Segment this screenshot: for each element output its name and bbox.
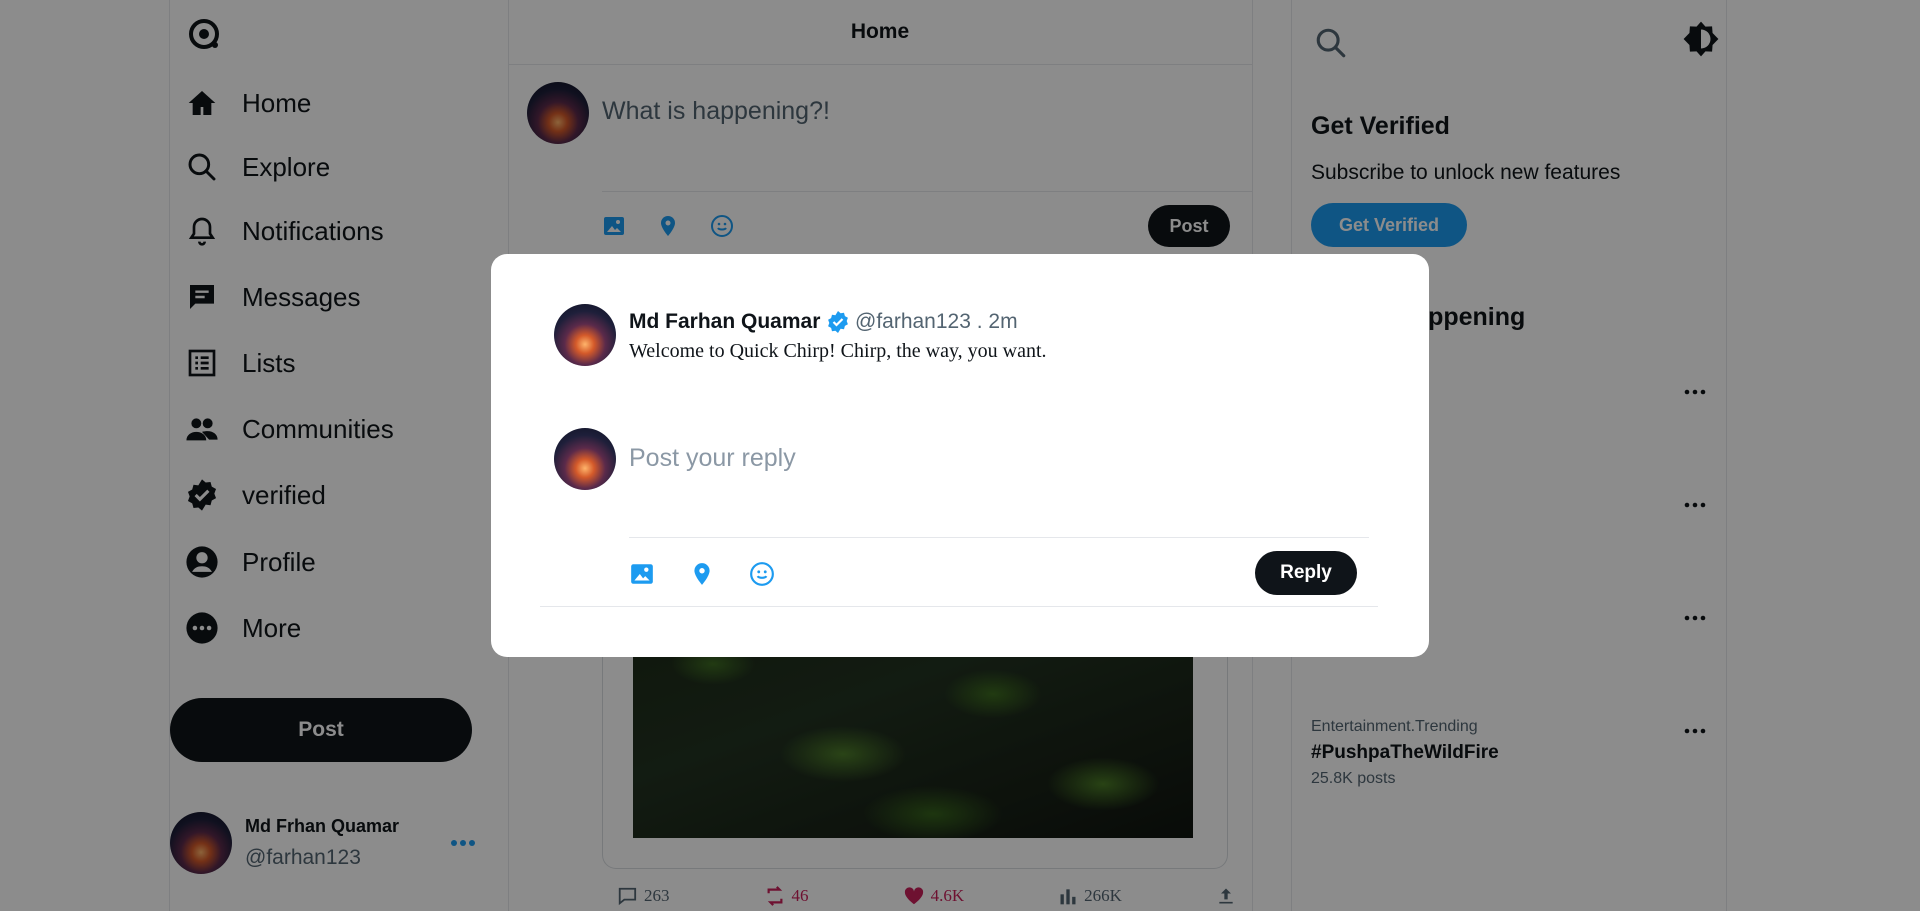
divider — [629, 537, 1369, 538]
reply-modal: Md Farhan Quamar @farhan123 . 2m Welcome… — [491, 254, 1429, 657]
reply-input[interactable]: Post your reply — [629, 444, 796, 473]
emoji-icon[interactable] — [749, 561, 775, 592]
tweet-text: Welcome to Quick Chirp! Chirp, the way, … — [629, 340, 1047, 362]
reply-button[interactable]: Reply — [1255, 551, 1357, 595]
author-name: Md Farhan Quamar — [629, 310, 850, 334]
divider — [540, 606, 1378, 607]
reply-toolbar — [629, 561, 775, 592]
avatar — [554, 428, 616, 490]
image-icon[interactable] — [629, 561, 655, 592]
avatar — [554, 304, 616, 366]
author-handle: @farhan123 . 2m — [855, 310, 1018, 333]
author-name-text: Md Farhan Quamar — [629, 310, 821, 333]
location-icon[interactable] — [689, 561, 715, 592]
verified-badge-icon — [826, 310, 850, 334]
